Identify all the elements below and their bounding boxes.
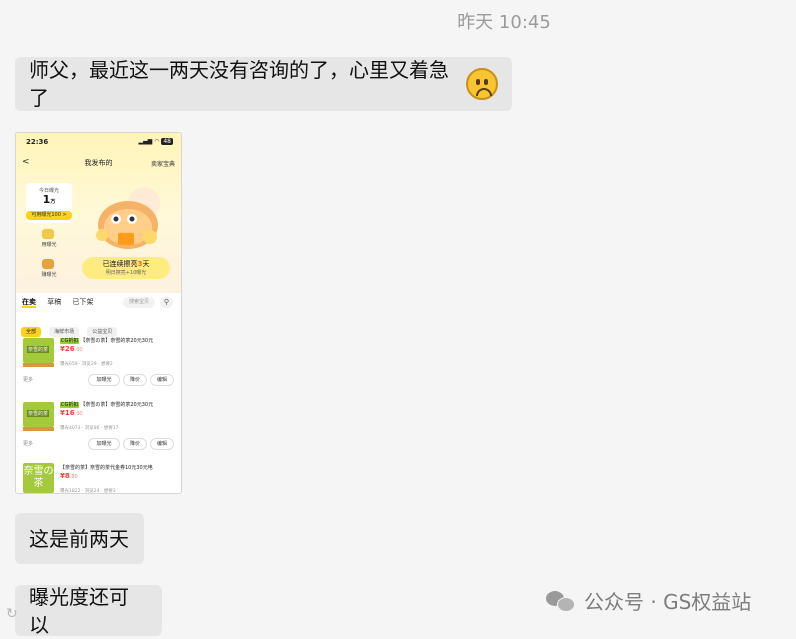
watermark-corner-icon: ↻: [6, 606, 18, 622]
side-label-2: 赚曝光: [41, 272, 57, 278]
list-item: 奈雪的茶 CG折扣 【奈雪の茶】奈雪的茶20元30元 ¥26.00 曝光659 ·…: [16, 333, 181, 395]
message-timestamp: 昨天 10:45: [457, 12, 551, 33]
tab-on-sale: 在卖: [22, 298, 36, 308]
product-thumbnail: 奈雪的茶: [23, 338, 54, 367]
message-bubble-1[interactable]: 师父，最近这一两天没有咨询的了，心里又着急了: [15, 57, 512, 111]
wechat-icon: [546, 589, 576, 613]
message-text: 这是前两天: [29, 526, 129, 551]
screenshot-image[interactable]: 22:36 ▂▄▆ ◠ 48 < 我发布的 卖家宝典 今日曝光 1万 可用曝光1…: [15, 132, 182, 494]
frowning-face-icon: [466, 68, 498, 100]
streak-banner: 已连续擦亮3天 明日擦亮+10曝光: [82, 257, 170, 279]
message-bubble-3[interactable]: 曝光度还可以: [15, 584, 162, 637]
status-time: 22:36: [26, 138, 49, 146]
watermark: 公众号 · GS权益站: [546, 586, 751, 615]
message-bubble-2[interactable]: 这是前两天: [15, 513, 144, 564]
coin-icon: [42, 229, 54, 239]
item-meta: 曝光1822 · 浏览24 · 想要3: [60, 489, 116, 494]
nav-right-link: 卖家宝典: [150, 161, 175, 168]
available-exposure: 可用曝光100 >: [26, 211, 72, 220]
list-item: 奈雪的茶 CG折扣 【奈雪の茶】奈雪的茶20元30元 ¥16.00 曝光4073 …: [16, 397, 181, 459]
product-thumbnail: 奈雪的茶: [23, 402, 54, 431]
search-icon: ⚲: [160, 297, 173, 308]
tab-drafts: 草稿: [47, 298, 62, 306]
side-label-1: 用曝光: [41, 242, 57, 248]
status-icons: ▂▄▆ ◠ 48: [138, 138, 173, 145]
box-icon: [42, 259, 54, 269]
product-thumbnail: 奈雪の茶: [23, 463, 54, 493]
watermark-text: 公众号 · GS权益站: [584, 590, 752, 614]
item-title: 【奈雪的茶】奈雪的茶代金券10元30元电: [60, 465, 153, 471]
tab-delisted: 已下架: [72, 298, 94, 306]
filter-chips: 全部 海鲜市场 公益宝贝: [21, 318, 177, 337]
message-text: 曝光度还可以: [29, 584, 129, 637]
message-text: 师父，最近这一两天没有咨询的了，心里又着急了: [29, 58, 449, 110]
search-input: 搜索宝贝: [123, 297, 155, 308]
mascot-illustration: [96, 187, 160, 249]
item-price: ¥8.80: [60, 472, 78, 480]
